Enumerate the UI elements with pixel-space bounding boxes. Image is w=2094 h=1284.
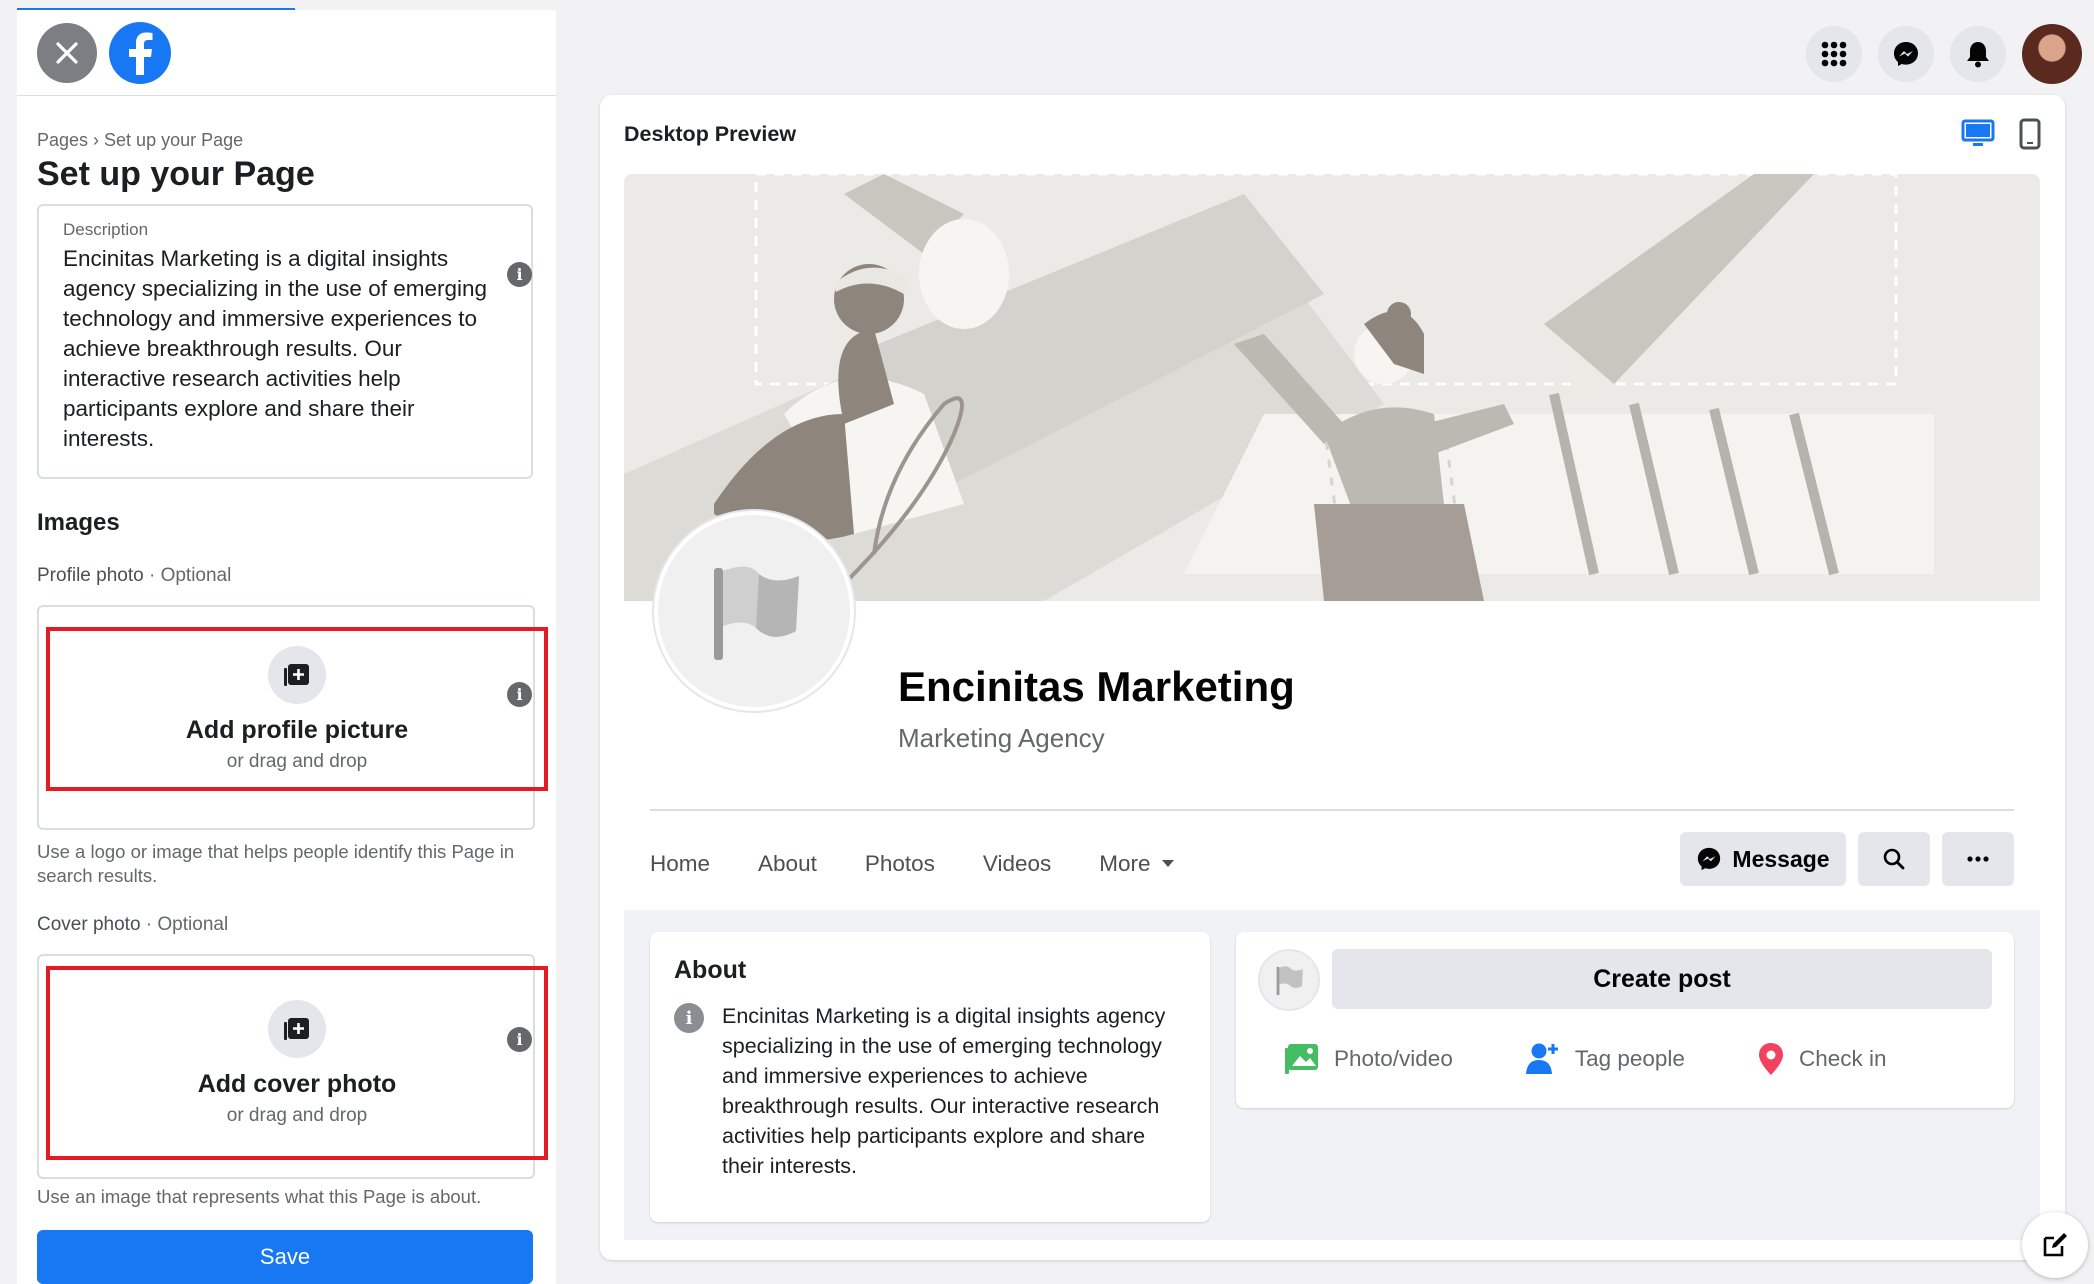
info-icon: i: [674, 1003, 704, 1033]
search-button[interactable]: [1858, 832, 1930, 886]
search-icon: [1883, 848, 1905, 870]
create-post-button[interactable]: Create post: [1332, 949, 1992, 1009]
top-toolbar: [1806, 24, 2082, 84]
check-in-option[interactable]: Check in: [1757, 1042, 1887, 1076]
cover-illustration: [624, 174, 2040, 601]
photo-video-label: Photo/video: [1334, 1046, 1453, 1071]
more-options-button[interactable]: [1942, 832, 2014, 886]
profile-photo-help: Use a logo or image that helps people id…: [37, 841, 515, 886]
profile-photo-optional: · Optional: [148, 565, 232, 586]
tab-more[interactable]: More: [1099, 851, 1174, 877]
flag-icon: [714, 566, 799, 660]
mobile-icon[interactable]: [2019, 118, 2041, 150]
save-button[interactable]: Save: [37, 1230, 533, 1284]
preview-header: Desktop Preview: [600, 95, 2065, 173]
messenger-button[interactable]: [1878, 26, 1934, 82]
profile-photo-label-text: Profile photo: [37, 565, 144, 586]
notifications-bell-icon: [1967, 42, 1989, 68]
caret-down-icon: [1161, 860, 1174, 867]
about-card: About i Encinitas Marketing is a digital…: [650, 932, 1210, 1222]
page-category: Marketing Agency: [898, 723, 1105, 753]
add-profile-picture-button[interactable]: Add profile picture or drag and drop: [46, 627, 548, 791]
tab-about[interactable]: About: [758, 851, 817, 877]
about-title: About: [674, 956, 747, 984]
account-avatar[interactable]: [2022, 24, 2082, 84]
photo-video-option[interactable]: Photo/video: [1284, 1042, 1453, 1076]
add-photo-icon: [268, 999, 326, 1058]
cover-photo-help: Use an image that represents what this P…: [37, 1186, 482, 1207]
close-button[interactable]: [37, 22, 97, 83]
profile-photo-label: Profile photo · Optional: [37, 565, 536, 587]
message-label: Message: [1732, 845, 1830, 872]
page-title: Set up your Page: [37, 155, 315, 193]
cover-photo-dropzone: Add cover photo or drag and drop: [37, 954, 548, 1179]
page-name: Encinitas Marketing: [898, 663, 1295, 710]
flag-icon: [1276, 966, 1303, 996]
messenger-icon: [1894, 42, 1918, 66]
drag-drop-hint: or drag and drop: [226, 750, 368, 772]
profile-photo-dropzone: Add profile picture or drag and drop: [37, 605, 548, 830]
tab-videos[interactable]: Videos: [983, 851, 1051, 877]
tab-home[interactable]: Home: [650, 851, 710, 877]
tag-people-option[interactable]: Tag people: [1525, 1042, 1685, 1076]
about-text: Encinitas Marketing is a digital insight…: [722, 1004, 1166, 1178]
desktop-preview-card: Desktop Preview Encinitas Marketing Mark…: [600, 95, 2065, 1260]
compose-icon: [2043, 1233, 2067, 1257]
cover-photo-label: Cover photo · Optional: [37, 914, 536, 936]
close-icon: [56, 41, 78, 64]
images-heading: Images: [37, 509, 120, 536]
about-row: i Encinitas Marketing is a digital insig…: [674, 1001, 1186, 1181]
messenger-icon: [1698, 847, 1721, 871]
device-toggle: [1961, 118, 2041, 150]
cover-photo-placeholder: [624, 174, 2040, 601]
facebook-f-icon: [129, 32, 153, 75]
facebook-logo[interactable]: [109, 21, 171, 84]
menu-grid-icon: [1821, 41, 1847, 67]
page-actions: Message: [1680, 832, 2014, 886]
info-icon[interactable]: i: [507, 262, 532, 287]
add-cover-photo-button[interactable]: Add cover photo or drag and drop: [46, 966, 548, 1160]
message-button[interactable]: Message: [1680, 832, 1846, 886]
desktop-icon[interactable]: [1961, 119, 1995, 149]
description-value[interactable]: Encinitas Marketing is a digital insight…: [63, 244, 507, 454]
divider: [650, 809, 2014, 811]
menu-grid-button[interactable]: [1806, 26, 1862, 82]
tab-photos[interactable]: Photos: [865, 851, 935, 877]
new-message-button[interactable]: [2022, 1212, 2088, 1278]
add-cover-photo-title: Add cover photo: [197, 1069, 397, 1098]
breadcrumb[interactable]: Pages › Set up your Page: [37, 130, 536, 151]
description-label: Description: [63, 220, 149, 239]
page-tabs: Home About Photos Videos More: [650, 851, 1175, 877]
add-photo-icon: [268, 645, 326, 704]
page-avatar: [1258, 949, 1320, 1011]
preview-title: Desktop Preview: [624, 121, 797, 146]
more-dots-icon: [1967, 856, 1989, 862]
panel-body: Pages › Set up your Page Set up your Pag…: [17, 130, 556, 1209]
tab-more-label: More: [1099, 851, 1151, 876]
profile-picture-placeholder: [654, 511, 854, 711]
create-post-card: Create post Photo/video Tag people Check…: [1236, 932, 2014, 1108]
drag-drop-hint: or drag and drop: [226, 1104, 368, 1126]
description-field[interactable]: Description Encinitas Marketing is a dig…: [37, 204, 533, 479]
notifications-button[interactable]: [1950, 26, 2006, 82]
tag-people-icon: [1525, 1043, 1558, 1074]
check-in-label: Check in: [1798, 1046, 1887, 1071]
tag-people-label: Tag people: [1574, 1046, 1685, 1071]
setup-panel: Pages › Set up your Page Set up your Pag…: [17, 10, 556, 1284]
post-options: Photo/video Tag people Check in: [1284, 1042, 1887, 1076]
panel-header: [17, 10, 556, 96]
location-pin-icon: [1758, 1043, 1783, 1075]
cover-photo-label-text: Cover photo: [37, 914, 141, 935]
photo-video-icon: [1285, 1044, 1318, 1074]
cover-photo-optional: · Optional: [145, 914, 229, 935]
add-profile-picture-title: Add profile picture: [185, 715, 409, 744]
